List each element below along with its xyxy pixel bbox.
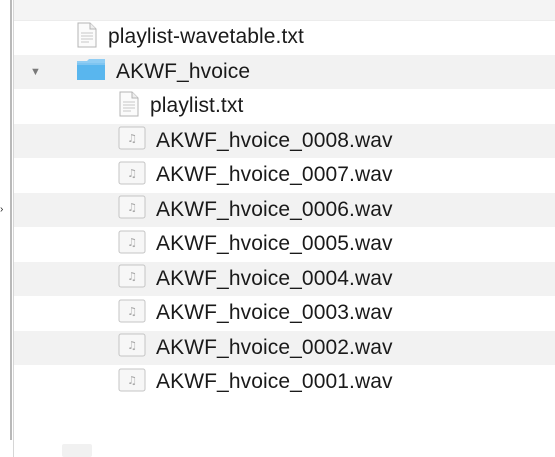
list-item[interactable]: ♫ AKWF_hvoice_0003.wav [14,296,555,331]
list-item[interactable]: ♫ AKWF_hvoice_0004.wav [14,261,555,296]
previous-row-fragment [14,0,555,21]
file-list: playlist-wavetable.txt ▼ AKWF_hvoice pla… [14,20,555,400]
audio-file-icon: ♫ [118,195,146,224]
list-item[interactable]: ♫ AKWF_hvoice_0008.wav [14,123,555,158]
file-name: AKWF_hvoice_0002.wav [156,335,393,359]
svg-text:♫: ♫ [127,305,137,318]
svg-text:♫: ♫ [127,132,137,145]
svg-text:♫: ♫ [127,167,137,180]
list-item[interactable]: ♫ AKWF_hvoice_0006.wav [14,192,555,227]
file-name: AKWF_hvoice_0001.wav [156,370,393,394]
file-name: playlist-wavetable.txt [108,25,304,49]
next-row-fragment [14,442,555,457]
file-name: AKWF_hvoice_0005.wav [156,232,393,256]
folder-icon [76,57,106,86]
svg-text:♫: ♫ [127,339,137,352]
audio-file-icon: ♫ [118,333,146,362]
svg-text:♫: ♫ [127,374,137,387]
list-item[interactable]: ♫ AKWF_hvoice_0001.wav [14,365,555,400]
next-row-icon-fragment [62,444,92,457]
audio-file-icon: ♫ [118,368,146,397]
svg-text:♫: ♫ [127,236,137,249]
folder-name: AKWF_hvoice [116,59,251,83]
text-file-icon [76,22,98,53]
list-item[interactable]: ♫ AKWF_hvoice_0002.wav [14,330,555,365]
disclosure-triangle-down-icon[interactable]: ▼ [30,66,41,77]
audio-file-icon: ♫ [118,161,146,190]
list-item[interactable]: ♫ AKWF_hvoice_0005.wav [14,227,555,262]
file-name: AKWF_hvoice_0003.wav [156,301,393,325]
svg-text:♫: ♫ [127,270,137,283]
svg-text:♫: ♫ [127,201,137,214]
file-name: AKWF_hvoice_0008.wav [156,128,393,152]
audio-file-icon: ♫ [118,230,146,259]
audio-file-icon: ♫ [118,126,146,155]
list-item[interactable]: ♫ AKWF_hvoice_0007.wav [14,158,555,193]
file-name: AKWF_hvoice_0007.wav [156,163,393,187]
audio-file-icon: ♫ [118,264,146,293]
list-item-folder[interactable]: ▼ AKWF_hvoice [14,54,555,89]
audio-file-icon: ♫ [118,299,146,328]
file-name: playlist.txt [150,94,244,118]
list-item[interactable]: playlist.txt [14,89,555,124]
window-edge-mark: › [0,204,4,215]
file-name: AKWF_hvoice_0006.wav [156,197,393,221]
text-file-icon [118,91,140,122]
file-name: AKWF_hvoice_0004.wav [156,266,393,290]
sidebar-divider[interactable] [0,0,14,457]
list-item[interactable]: playlist-wavetable.txt [14,20,555,55]
